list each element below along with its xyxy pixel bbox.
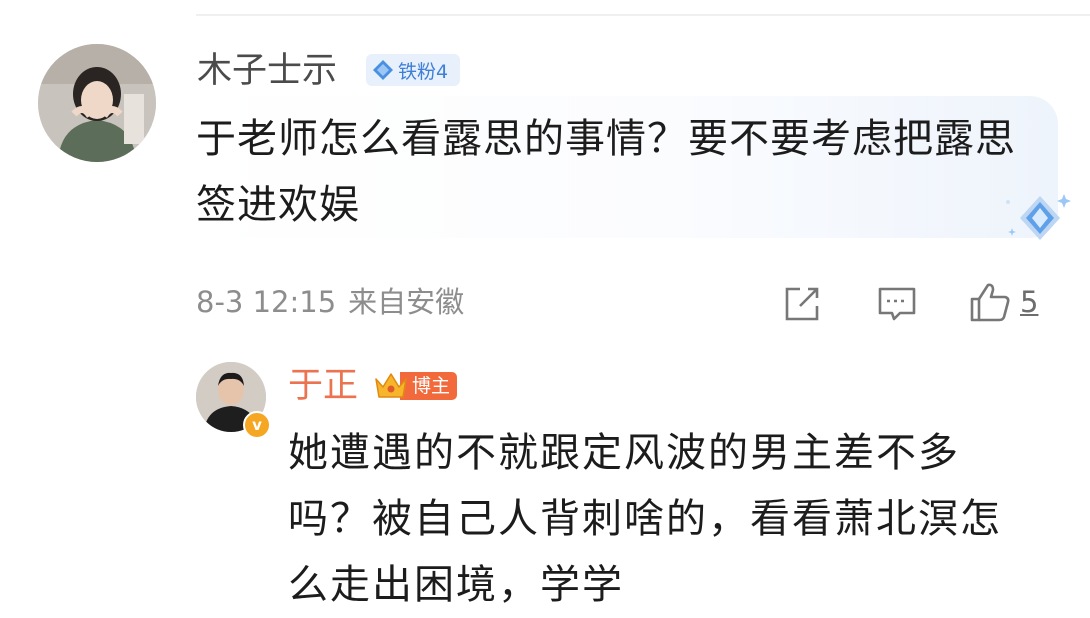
verified-icon: v [243, 411, 271, 439]
crown-icon [375, 373, 407, 398]
comment-meta: 8-3 12:15 来自安徽 [196, 280, 464, 324]
divider-line [196, 14, 1090, 16]
comment-text: 于老师怎么看露思的事情？要不要考虑把露思签进欢娱 [196, 116, 1016, 228]
diamond-icon [373, 60, 393, 80]
forward-button[interactable] [782, 284, 822, 324]
fan-badge-label: 铁粉4 [398, 60, 449, 83]
fan-level-badge[interactable]: 铁粉4 [366, 54, 460, 86]
commenter-username[interactable]: 木子士示 [197, 46, 337, 96]
reply-username[interactable]: 于正 [288, 362, 358, 410]
like-icon [970, 283, 1010, 322]
commenter-avatar[interactable] [38, 44, 156, 162]
comment-icon [878, 287, 916, 321]
like-count: 5 [1020, 285, 1039, 319]
like-button[interactable]: 5 [968, 280, 1038, 324]
comment-date: 8-3 12:15 [196, 285, 337, 319]
comment-location: 来自安徽 [348, 285, 465, 319]
blogger-badge: 博主 [372, 368, 466, 404]
reply-button[interactable] [876, 284, 918, 324]
edit-icon [785, 287, 819, 321]
reply-text: 她遭遇的不就跟定风波的男主差不多吗？被自己人背刺啥的，看看萧北溟怎么走出困境，学… [288, 430, 1002, 608]
